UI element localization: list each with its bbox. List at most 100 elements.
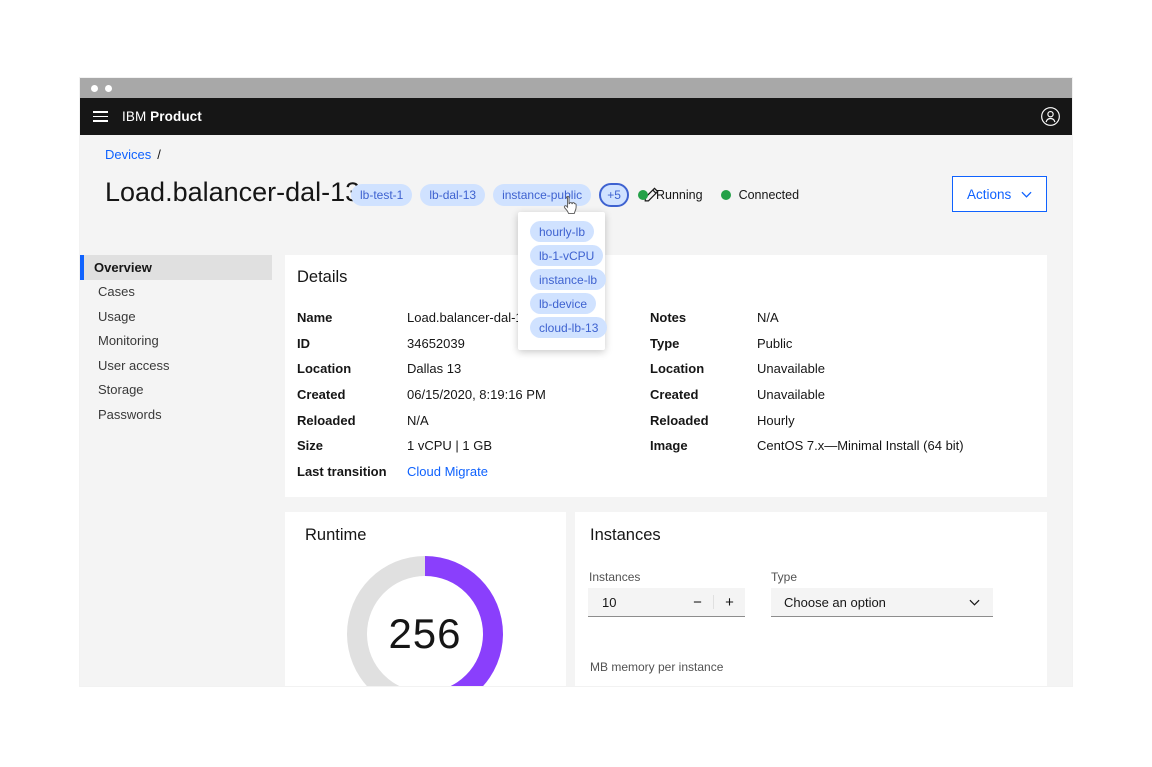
detail-row: Created06/15/2020, 8:19:16 PM [297, 387, 637, 413]
details-card-title: Details [297, 268, 347, 287]
increment-button[interactable]: + [714, 588, 745, 616]
status-connected: Connected [721, 188, 799, 202]
cloud-migrate-link[interactable]: Cloud Migrate [407, 464, 488, 490]
detail-label: ID [297, 336, 407, 362]
tag: instance-public [493, 184, 591, 206]
type-label: Type [771, 570, 797, 584]
sidebar-item-storage[interactable]: Storage [80, 378, 272, 403]
sidebar-item-user-access[interactable]: User access [80, 353, 272, 378]
brand-name: Product [150, 109, 202, 124]
detail-value: N/A [407, 413, 429, 439]
detail-label: Created [297, 387, 407, 413]
popup-tag: lb-device [530, 293, 596, 314]
tag: lb-test-1 [351, 184, 412, 206]
app-window: IBM Product Devices / Load.balancer-dal-1… [80, 78, 1072, 686]
sidebar-item-passwords[interactable]: Passwords [80, 402, 272, 427]
window-titlebar [80, 78, 1072, 98]
decrement-button[interactable]: − [682, 588, 713, 616]
app-header: IBM Product [80, 98, 1072, 135]
detail-label: Last transition [297, 464, 407, 490]
details-card: Details NameLoad.balancer-dal-13 ID34652… [285, 255, 1047, 497]
detail-row: LocationDallas 13 [297, 361, 637, 387]
detail-value: Unavailable [757, 361, 825, 387]
window-control-dot[interactable] [91, 85, 98, 92]
detail-label: Created [650, 387, 757, 413]
tag-overflow-button[interactable]: +5 [599, 183, 629, 207]
runtime-card: Runtime 256 [285, 512, 566, 686]
status-label: Connected [739, 188, 799, 202]
popup-tag: instance-lb [530, 269, 606, 290]
detail-row: ReloadedHourly [650, 413, 1035, 439]
detail-label: Location [650, 361, 757, 387]
detail-row: NotesN/A [650, 310, 1035, 336]
detail-row: TypePublic [650, 336, 1035, 362]
page-title: Load.balancer-dal-13 [105, 177, 360, 208]
overflow-tag-popup: hourly-lb lb-1-vCPU instance-lb lb-devic… [518, 212, 605, 350]
detail-value: 1 vCPU | 1 GB [407, 438, 492, 464]
breadcrumb: Devices / [105, 147, 161, 162]
tag-row: lb-test-1 lb-dal-13 instance-public +5 [351, 183, 660, 207]
instances-count-label: Instances [589, 570, 640, 584]
detail-label: Location [297, 361, 407, 387]
sidebar-nav: Overview Cases Usage Monitoring User acc… [80, 255, 272, 427]
status-label: Running [656, 188, 703, 202]
detail-value: 34652039 [407, 336, 465, 362]
page-content: Devices / Load.balancer-dal-13 lb-test-1 … [80, 135, 1072, 686]
actions-dropdown-button[interactable]: Actions [952, 176, 1047, 212]
runtime-donut: 256 [347, 556, 503, 686]
detail-value: N/A [757, 310, 779, 336]
sidebar-item-cases[interactable]: Cases [80, 280, 272, 305]
detail-value: Unavailable [757, 387, 825, 413]
popup-tag: hourly-lb [530, 221, 594, 242]
actions-label: Actions [967, 187, 1011, 202]
detail-row: Size1 vCPU | 1 GB [297, 438, 637, 464]
user-avatar-icon[interactable] [1040, 106, 1061, 127]
status-indicators: Running Connected [638, 188, 799, 202]
popup-tag: lb-1-vCPU [530, 245, 603, 266]
detail-row: ImageCentOS 7.x—Minimal Install (64 bit) [650, 438, 1035, 464]
popup-tag: cloud-lb-13 [530, 317, 607, 338]
instances-count-field[interactable] [588, 588, 682, 616]
detail-value: Hourly [757, 413, 795, 439]
type-select[interactable]: Choose an option [771, 588, 993, 617]
sidebar-item-usage[interactable]: Usage [80, 304, 272, 329]
memory-note: MB memory per instance [590, 660, 723, 674]
brand-prefix: IBM [122, 109, 146, 124]
breadcrumb-link-devices[interactable]: Devices [105, 147, 151, 162]
runtime-donut-hole: 256 [367, 576, 483, 686]
detail-value: Dallas 13 [407, 361, 461, 387]
detail-row: Last transitionCloud Migrate [297, 464, 637, 490]
sidebar-item-overview[interactable]: Overview [80, 255, 272, 280]
chevron-down-icon [969, 599, 980, 606]
instances-card: Instances Instances − + Type Choose an o… [575, 512, 1047, 686]
details-right-column: NotesN/A TypePublic LocationUnavailable … [650, 310, 1035, 464]
detail-label: Reloaded [650, 413, 757, 439]
runtime-card-title: Runtime [305, 526, 366, 545]
green-dot-icon [721, 190, 731, 200]
status-running: Running [638, 188, 703, 202]
window-control-dot[interactable] [105, 85, 112, 92]
detail-row: LocationUnavailable [650, 361, 1035, 387]
detail-row: ReloadedN/A [297, 413, 637, 439]
detail-label: Reloaded [297, 413, 407, 439]
detail-label: Notes [650, 310, 757, 336]
detail-value: Load.balancer-dal-13 [407, 310, 530, 336]
detail-label: Type [650, 336, 757, 362]
detail-row: CreatedUnavailable [650, 387, 1035, 413]
hamburger-menu-icon[interactable] [93, 111, 109, 122]
green-dot-icon [638, 190, 648, 200]
brand-title: IBM Product [122, 109, 202, 124]
chevron-down-icon [1021, 191, 1032, 198]
sidebar-item-monitoring[interactable]: Monitoring [80, 329, 272, 354]
breadcrumb-separator: / [157, 147, 161, 162]
instances-card-title: Instances [590, 526, 661, 545]
instances-number-input: − + [588, 588, 745, 617]
detail-value: CentOS 7.x—Minimal Install (64 bit) [757, 438, 964, 464]
detail-value: 06/15/2020, 8:19:16 PM [407, 387, 546, 413]
type-select-value: Choose an option [784, 595, 886, 610]
detail-value: Public [757, 336, 792, 362]
runtime-value: 256 [388, 610, 461, 658]
tag: lb-dal-13 [420, 184, 485, 206]
detail-label: Image [650, 438, 757, 464]
detail-label: Size [297, 438, 407, 464]
